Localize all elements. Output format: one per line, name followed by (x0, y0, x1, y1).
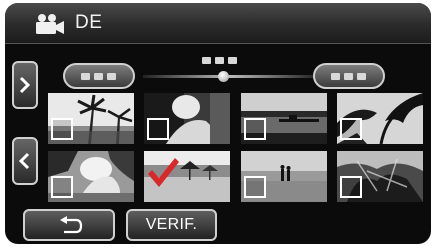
previous-page-button[interactable] (12, 137, 38, 185)
page-title: DE (75, 12, 103, 33)
date-slider-track[interactable] (143, 75, 317, 78)
thumbnail-person-portrait[interactable] (144, 93, 230, 144)
verif-button[interactable]: VERIF. (126, 209, 217, 241)
slider-date-label (202, 57, 237, 64)
thumbnail-palm-trees-beach[interactable] (48, 93, 134, 144)
date-dots (331, 73, 366, 80)
header-bar: DE (5, 3, 431, 44)
select-checkbox[interactable] (340, 176, 362, 198)
return-arrow-icon (60, 216, 83, 234)
thumbnail-pier-sunset[interactable] (241, 93, 327, 144)
select-checkbox[interactable] (340, 118, 362, 140)
next-page-button[interactable] (12, 61, 38, 109)
select-checkbox[interactable] (244, 118, 266, 140)
thumbnail-beach-umbrellas[interactable] (144, 151, 230, 202)
next-date-button[interactable] (313, 63, 385, 89)
thumbnail-couple-shore[interactable] (241, 151, 327, 202)
chevron-left-icon (18, 152, 30, 170)
select-checkbox[interactable] (244, 176, 266, 198)
thumbnail-palm-leaves-sky[interactable] (337, 93, 423, 144)
movie-camera-icon (36, 14, 64, 34)
previous-date-button[interactable] (63, 63, 135, 89)
select-checkbox[interactable] (51, 176, 73, 198)
back-button[interactable] (23, 209, 115, 241)
date-slider-handle[interactable] (218, 71, 229, 82)
date-dots (81, 73, 116, 80)
select-checkbox[interactable] (51, 118, 73, 140)
camera-screen: DE VERIF. (5, 3, 431, 244)
thumbnail-people-beach-play[interactable] (48, 151, 134, 202)
chevron-right-icon (19, 76, 31, 94)
select-checkbox[interactable] (147, 118, 169, 140)
thumbnail-tropical-plants[interactable] (337, 151, 423, 202)
checkmark-icon (148, 158, 179, 187)
